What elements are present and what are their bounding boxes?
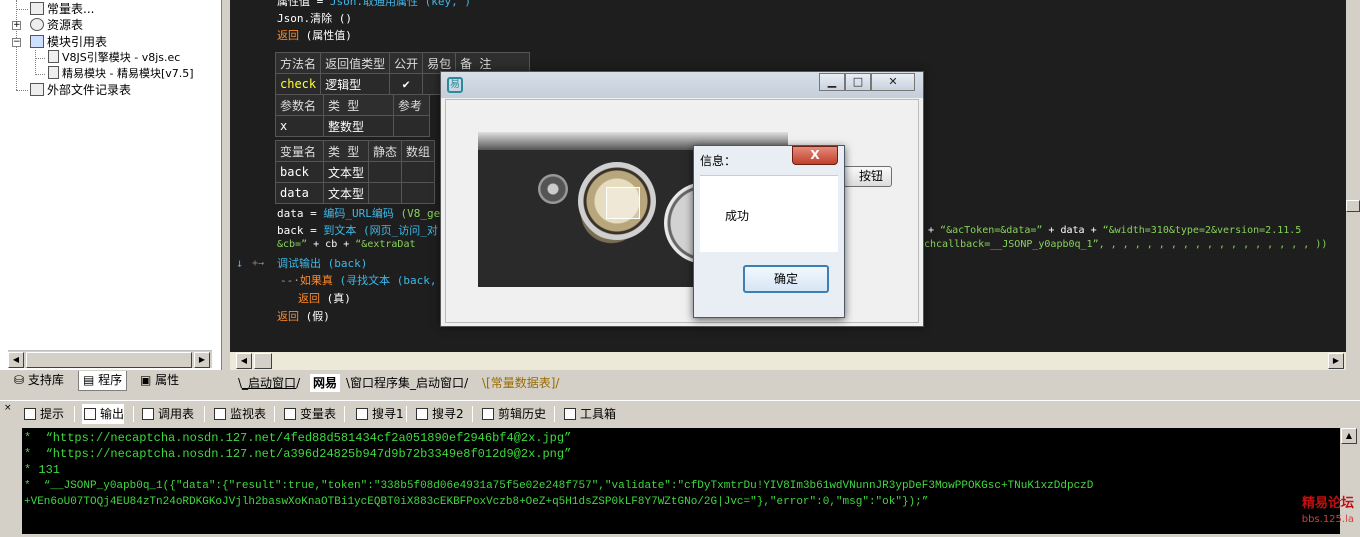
file-icon xyxy=(30,83,44,96)
resource-icon xyxy=(30,18,44,31)
code-line: Json.清除 () xyxy=(277,12,352,25)
code-line: &cb=” + cb + “&extraDat xyxy=(277,239,416,250)
tree-item-external-files[interactable]: 外部文件记录表 xyxy=(30,82,131,98)
output-line: * “https://necaptcha.nosdn.127.net/4fed8… xyxy=(24,431,572,445)
tab-startup-window[interactable]: \_启动窗口/ xyxy=(238,374,300,392)
file-tabs: \_启动窗口/ 网易 \窗口程序集_启动窗口/ \[常量数据表]/ xyxy=(230,372,1360,394)
tab-watch[interactable]: 监视表 xyxy=(212,404,266,424)
variable-table: 变量名类 型静态 数组 back 文本型 data 文本型 xyxy=(275,140,436,204)
dialog-title: 信息： xyxy=(700,154,737,168)
output-icon xyxy=(84,408,96,420)
file-icon xyxy=(48,50,59,63)
output-line: +VEn6oU07TOQj4EU84zTn24oRDKGKoJVjlh2basw… xyxy=(24,496,929,508)
scroll-left-icon[interactable]: ◀ xyxy=(236,353,252,369)
watermark: 精易论坛 bbs.125.la xyxy=(1301,496,1354,525)
tab-variables[interactable]: 变量表 xyxy=(282,404,336,424)
tree-item-v8js-module[interactable]: V8JS引擎模块 - v8js.ec xyxy=(48,50,180,66)
code-line-current: 调试输出 (back) xyxy=(277,257,368,270)
splitter[interactable] xyxy=(222,0,230,370)
tree-item-resources[interactable]: 资源表 xyxy=(30,17,83,33)
scroll-right-icon[interactable]: ▶ xyxy=(1328,353,1344,369)
tab-toolbox[interactable]: 工具箱 xyxy=(562,404,616,424)
library-icon: ⛁ xyxy=(14,373,28,387)
list-icon xyxy=(142,408,154,420)
minimize-button[interactable]: ▁ xyxy=(819,73,845,91)
magnifier-icon xyxy=(214,408,226,420)
tree-hscrollbar[interactable]: ◀ ▶ xyxy=(8,350,212,368)
tab-support-lib[interactable]: ⛁ 支持库 xyxy=(10,371,68,391)
captcha-puzzle-piece[interactable] xyxy=(606,187,640,219)
output-line: * 131 xyxy=(24,463,61,477)
clipboard-icon xyxy=(482,408,494,420)
tree-item-module-refs[interactable]: 模块引用表 xyxy=(30,34,107,50)
tab-constants[interactable]: \[常量数据表]/ xyxy=(482,374,559,392)
editor-hscrollbar[interactable]: ◀ ▶ xyxy=(230,352,1346,370)
scroll-left-icon[interactable]: ◀ xyxy=(8,352,24,368)
table-icon xyxy=(30,2,44,15)
code-line: 返回 (假) xyxy=(277,310,330,323)
tab-search1[interactable]: 搜寻1 xyxy=(354,404,404,424)
scroll-up-icon[interactable]: ▲ xyxy=(1341,428,1357,444)
output-console[interactable]: * “https://necaptcha.nosdn.127.net/4fed8… xyxy=(22,428,1340,534)
output-line: * “__JSONP_y0apb0q_1({"data":{"result":t… xyxy=(24,480,1094,492)
maximize-button[interactable]: □ xyxy=(845,73,871,91)
expand-icon[interactable]: + xyxy=(12,21,21,30)
editor-vscrollbar[interactable] xyxy=(1346,0,1360,352)
app-window-titlebar[interactable]: 易 ▁ □ ✕ xyxy=(441,72,923,98)
scroll-thumb[interactable] xyxy=(1346,200,1360,212)
scroll-right-icon[interactable]: ▶ xyxy=(194,352,210,368)
knob-icon xyxy=(538,174,568,204)
dialog-close-button[interactable]: X xyxy=(792,146,838,165)
tab-clip-history[interactable]: 剪辑历史 xyxy=(480,404,546,424)
fold-icon[interactable]: +→ xyxy=(252,255,264,272)
module-icon xyxy=(30,35,44,48)
tab-output[interactable]: 输出 xyxy=(82,404,125,424)
output-line: * “https://necaptcha.nosdn.127.net/a396d… xyxy=(24,447,572,461)
tree-item-jingyi-module[interactable]: 精易模块 - 精易模块[v7.5] xyxy=(48,66,194,82)
properties-icon: ▣ xyxy=(140,373,156,387)
collapse-icon[interactable]: − xyxy=(12,38,21,47)
code-line: 返回 (属性值) xyxy=(277,29,352,42)
scroll-thumb[interactable] xyxy=(26,352,192,368)
code-line: data = 编码_URL编码 (V8_ge xyxy=(277,207,441,220)
dialog-message: 成功 xyxy=(725,209,750,223)
search-icon xyxy=(416,408,428,420)
bulb-icon xyxy=(24,408,36,420)
tab-properties[interactable]: ▣ 属性 xyxy=(136,371,183,391)
output-panel-tabs: 提示 输出 调用表 监视表 变量表 搜寻1 搜寻2 剪辑历史 工具箱 xyxy=(0,400,1360,426)
project-tree[interactable]: 常量表... + 资源表 − 模块引用表 V8JS引擎模块 - v8js.ec … xyxy=(0,0,222,370)
file-icon xyxy=(48,66,59,79)
variables-icon xyxy=(284,408,296,420)
dialog-body: 成功 xyxy=(700,175,838,252)
code-line: 返回 (真) xyxy=(298,292,351,305)
tree-item-constants[interactable]: 常量表... xyxy=(30,1,94,17)
param-table: 参数名类 型参考 x 整数型 xyxy=(275,94,430,137)
tab-netease[interactable]: 网易 xyxy=(310,374,341,392)
program-icon: ▤ xyxy=(83,373,99,387)
tab-window-assembly[interactable]: \窗口程序集_启动窗口/ xyxy=(346,374,468,392)
code-line: --·如果真 (寻找文本 (back, xyxy=(280,274,437,287)
app-icon: 易 xyxy=(447,77,463,93)
search-icon xyxy=(356,408,368,420)
toolbox-icon xyxy=(564,408,576,420)
tab-search2[interactable]: 搜寻2 xyxy=(414,404,464,424)
close-button[interactable]: ✕ xyxy=(871,73,915,91)
breakpoint-arrow-icon[interactable]: ↓ xyxy=(236,255,243,272)
ok-button[interactable]: 确定 xyxy=(743,265,829,293)
code-line-continued: chcallback=__JSONP_y0apb0q_1”, , , , , ,… xyxy=(924,239,1328,250)
tab-hint[interactable]: 提示 xyxy=(22,404,64,424)
scroll-thumb[interactable] xyxy=(254,353,272,369)
tab-call-stack[interactable]: 调用表 xyxy=(140,404,194,424)
tab-program[interactable]: ▤ 程序 xyxy=(78,371,128,391)
close-panel-icon[interactable]: × xyxy=(4,404,14,414)
